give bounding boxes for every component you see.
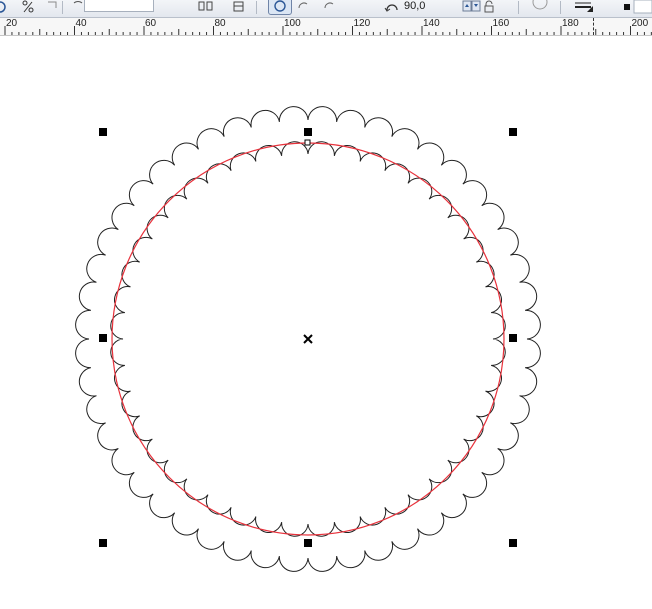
color-swatch-icon[interactable] [624,0,652,15]
selection-handle[interactable] [509,128,517,136]
ruler-label: 20 [6,18,18,29]
ruler-ticks [4,26,652,35]
ellipse-shape-button[interactable] [268,0,292,15]
center-marker-icon[interactable] [303,334,313,344]
rotation-icon [384,0,400,15]
selection-handle[interactable] [99,539,107,547]
arc-icon[interactable] [72,0,84,15]
ruler-label: 120 [353,18,371,29]
selection-handle[interactable] [509,334,517,342]
rotation-value[interactable]: 90,0 [404,0,425,15]
flip-icon[interactable] [232,0,246,15]
percent-icon[interactable] [22,0,34,15]
selection-handle[interactable] [304,128,312,136]
ruler-label: 100 [284,18,301,29]
ruler-label: 140 [423,18,440,29]
pie-shape-icon[interactable] [296,0,310,15]
curve-node[interactable] [304,139,311,146]
drawing-canvas[interactable] [0,36,652,604]
ruler-label: 80 [214,18,226,29]
ruler-label: 60 [145,18,157,29]
outline-icon[interactable] [532,0,548,15]
ruler-cursor-marker [593,18,595,35]
arc-shape-icon[interactable] [322,0,336,15]
spinner-icon[interactable] [462,0,482,15]
toolbar-separator [560,1,561,14]
ellipse-mode-icon[interactable] [0,0,6,15]
lock-icon[interactable] [484,0,494,15]
angle-input[interactable] [84,0,154,12]
selection-handle[interactable] [99,128,107,136]
ruler-label: 180 [562,18,579,29]
pie-icon[interactable] [46,0,58,15]
toolbar-separator [256,1,257,14]
horizontal-ruler[interactable]: 20 40 60 80 100 120 140 160 180 200 [0,18,652,36]
toolbar-separator [518,1,519,14]
selection-handle[interactable] [304,539,312,547]
property-bar: 90,0 [0,0,652,18]
selection-handle[interactable] [99,334,107,342]
toolbar-separator [62,1,63,14]
mirror-icon[interactable] [198,0,214,15]
canvas-artwork[interactable] [0,36,652,604]
selection-handle[interactable] [509,539,517,547]
ruler-label: 200 [631,18,649,29]
ruler-label: 40 [75,18,87,29]
ruler-label: 160 [492,18,510,29]
fill-icon[interactable] [574,0,594,15]
